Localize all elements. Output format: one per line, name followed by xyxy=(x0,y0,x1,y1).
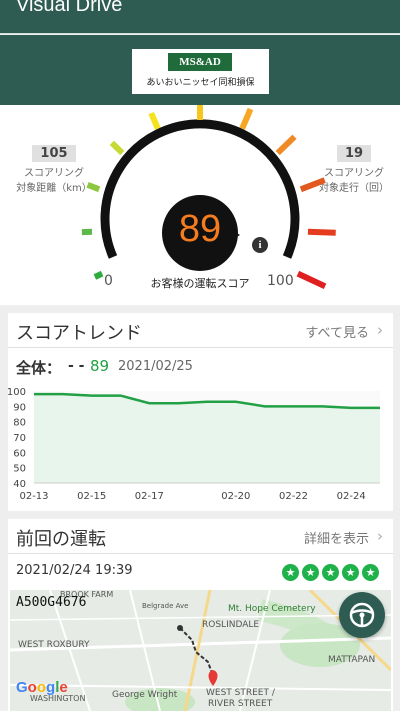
vehicle-id: A500G4676 xyxy=(16,595,87,610)
google-letter: o xyxy=(36,679,47,696)
map-label: MATTAPAN xyxy=(328,655,376,665)
star-icon: ★ xyxy=(322,564,339,581)
map-label: RIVER STREET xyxy=(208,699,273,709)
y-tick-label: 50 xyxy=(13,464,26,475)
y-tick-label: 70 xyxy=(13,433,26,444)
overall-score: 89 xyxy=(90,357,110,375)
star-icon: ★ xyxy=(362,564,379,581)
y-tick-label: 80 xyxy=(13,418,26,429)
driving-score: 89 xyxy=(178,208,222,250)
gauge-min-label: 0 xyxy=(104,273,113,289)
map-label: Belgrade Ave xyxy=(142,602,189,610)
star-icon: ★ xyxy=(282,564,299,581)
map-label: ROSLINDALE xyxy=(202,620,260,630)
map-label: WEST ROXBURY xyxy=(18,640,90,650)
steering-wheel-icon xyxy=(349,602,375,628)
star-icon: ★ xyxy=(342,564,359,581)
gauge-tick xyxy=(148,111,161,130)
google-logo: Google xyxy=(16,679,68,696)
score-trend-card: スコアトレンド すべて見る › 全体： - - 89 2021/02/25 10… xyxy=(8,313,393,511)
see-all-link[interactable]: すべて見る xyxy=(305,322,369,341)
drive-datetime: 2021/02/24 19:39 xyxy=(16,563,133,578)
drive-rating: ★ ★ ★ ★ ★ xyxy=(279,561,379,581)
info-icon[interactable]: i xyxy=(252,237,268,253)
y-tick-label: 90 xyxy=(13,402,26,413)
last-drive-title: 前回の運転 xyxy=(16,529,106,550)
x-tick-label: 02-20 xyxy=(221,491,250,502)
x-tick-label: 02-24 xyxy=(337,491,366,502)
trend-chart: 100 90 80 70 60 50 4002-13 02-15 02-17 02-20 02-22… xyxy=(8,387,380,502)
gauge-tick xyxy=(239,107,254,130)
gauge-tick xyxy=(296,270,327,290)
x-tick-label: 02-22 xyxy=(279,491,308,502)
google-letter: e xyxy=(59,679,68,696)
route-map[interactable]: BROOK FARM Belgrade Ave Mt. Hope Cemeter… xyxy=(10,590,391,711)
insurer-logo: MS&AD あいおいニッセイ同和損保 xyxy=(132,49,269,94)
last-drive-header: 前回の運転 詳細を表示 › xyxy=(8,519,393,554)
overall-label: 全体： xyxy=(16,359,62,377)
google-letter: G xyxy=(16,679,28,696)
trend-title: スコアトレンド xyxy=(16,323,142,344)
gauge-tick xyxy=(109,140,125,156)
map-label: Mt. Hope Cemetery xyxy=(228,604,316,614)
gauge-tick xyxy=(299,177,326,193)
x-tick-label: 02-15 xyxy=(77,491,106,502)
score-display: 89 xyxy=(162,195,238,271)
map-label: WEST STREET / xyxy=(206,688,275,698)
google-letter: o xyxy=(27,679,37,696)
gauge-max-label: 100 xyxy=(267,273,294,289)
gauge-tick xyxy=(86,182,101,193)
star-icon: ★ xyxy=(302,564,319,581)
score-pointer xyxy=(230,229,240,241)
drive-fab-button[interactable] xyxy=(339,592,385,638)
x-tick-label: 02-13 xyxy=(19,491,48,502)
app-title: Visual Drive xyxy=(16,0,123,16)
gauge-caption: お客様の運転スコア xyxy=(150,277,250,290)
chevron-right-icon[interactable]: › xyxy=(377,321,383,339)
y-tick-label: 60 xyxy=(13,448,26,459)
google-letter: g xyxy=(46,679,56,696)
x-tick-label: 02-17 xyxy=(135,491,164,502)
gauge-tick xyxy=(307,228,336,236)
logo-mark: MS&AD xyxy=(168,53,232,71)
score-card: 105 スコアリング 対象距離（km） 19 スコアリング 対象走行（回） 89… xyxy=(0,105,400,305)
overall-dash: - - xyxy=(68,358,85,374)
gauge-tick xyxy=(275,134,297,156)
y-tick-label: 40 xyxy=(13,479,26,490)
logo-company-name: あいおいニッセイ同和損保 xyxy=(146,78,255,88)
app-bar: Visual Drive xyxy=(0,0,400,34)
overall-date: 2021/02/25 xyxy=(118,359,193,374)
map-label: George Wright xyxy=(112,690,178,700)
brand-band: MS&AD あいおいニッセイ同和損保 xyxy=(0,35,400,105)
details-link[interactable]: 詳細を表示 xyxy=(304,528,369,547)
y-tick-label: 100 xyxy=(8,387,26,398)
chevron-right-icon[interactable]: › xyxy=(377,527,383,545)
gauge-tick xyxy=(93,270,104,280)
trend-header: スコアトレンド すべて見る › xyxy=(8,313,393,348)
